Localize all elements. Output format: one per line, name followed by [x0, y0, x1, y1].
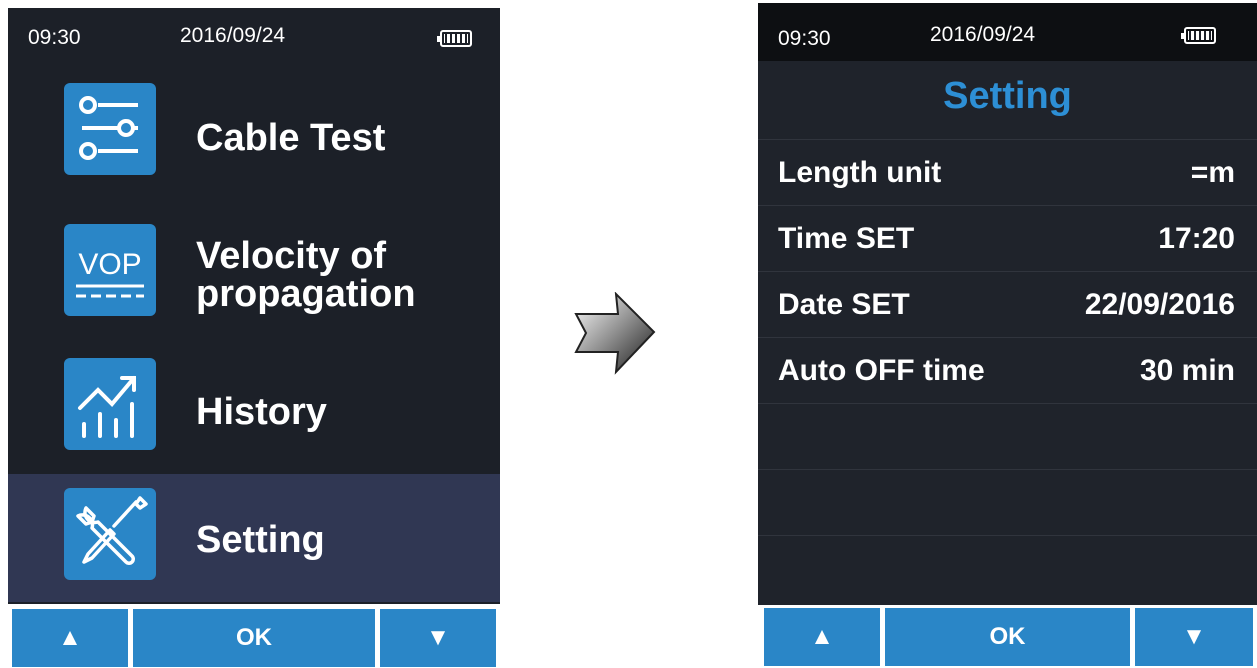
- status-bar: 09:30 2016/09/24: [758, 3, 1257, 61]
- page-title: Setting: [943, 75, 1072, 117]
- setting-label: Date SET: [778, 288, 910, 321]
- transition-arrow-icon: [574, 292, 656, 375]
- menu-item-cable-test[interactable]: Cable Test: [8, 66, 500, 194]
- down-button[interactable]: ▼: [380, 609, 496, 667]
- battery-icon: [437, 30, 472, 47]
- setting-value: =m: [1190, 156, 1235, 189]
- wrench-screwdriver-icon: [64, 488, 156, 580]
- battery-icon: [1181, 27, 1216, 44]
- vop-icon: VOP: [64, 224, 156, 316]
- status-date: 2016/09/24: [930, 23, 1036, 46]
- setting-value: 30 min: [1139, 354, 1235, 387]
- setting-row-empty: [758, 535, 1257, 602]
- ok-button[interactable]: OK: [133, 609, 375, 667]
- setting-row-time[interactable]: Time SET 17:20: [758, 205, 1257, 272]
- menu-item-velocity-of-propagation[interactable]: VOP Velocity of propagation: [8, 208, 500, 336]
- status-time: 09:30: [778, 27, 831, 50]
- setting-label: Time SET: [778, 222, 915, 255]
- menu-label-history: History: [196, 391, 327, 433]
- menu-item-history[interactable]: History: [8, 346, 500, 474]
- menu-label-setting: Setting: [196, 519, 325, 561]
- right-button-bar: ▲ OK ▼: [764, 608, 1253, 666]
- menu-label-cable-test: Cable Test: [196, 117, 386, 159]
- menu-label-vop-line1: Velocity of: [196, 235, 387, 277]
- up-button[interactable]: ▲: [764, 608, 880, 666]
- setting-row-length-unit[interactable]: Length unit =m: [758, 139, 1257, 206]
- status-date: 2016/09/24: [180, 24, 286, 47]
- menu-label-vop-line2: propagation: [196, 273, 416, 315]
- menu-item-setting[interactable]: Setting: [8, 474, 500, 602]
- up-button[interactable]: ▲: [12, 609, 128, 667]
- setting-value: 17:20: [1158, 222, 1235, 255]
- setting-screen: 09:30 2016/09/24 Setting Length unit =m …: [758, 3, 1257, 605]
- status-bar: 09:30 2016/09/24: [8, 8, 500, 68]
- setting-label: Auto OFF time: [778, 354, 985, 387]
- status-time: 09:30: [28, 26, 81, 49]
- down-button[interactable]: ▼: [1135, 608, 1253, 666]
- history-chart-icon: [64, 358, 156, 450]
- vop-icon-text: VOP: [78, 248, 141, 281]
- setting-row-empty: [758, 469, 1257, 536]
- setting-row-empty: [758, 403, 1257, 470]
- cable-test-sliders-icon: [64, 83, 156, 175]
- setting-value: 22/09/2016: [1084, 288, 1235, 321]
- setting-label: Length unit: [778, 156, 942, 189]
- setting-row-date[interactable]: Date SET 22/09/2016: [758, 271, 1257, 338]
- left-button-bar: ▲ OK ▼: [12, 609, 496, 667]
- main-menu-screen: 09:30 2016/09/24 Cable Test VOP Velocity…: [8, 8, 500, 604]
- setting-row-auto-off[interactable]: Auto OFF time 30 min: [758, 337, 1257, 404]
- ok-button[interactable]: OK: [885, 608, 1130, 666]
